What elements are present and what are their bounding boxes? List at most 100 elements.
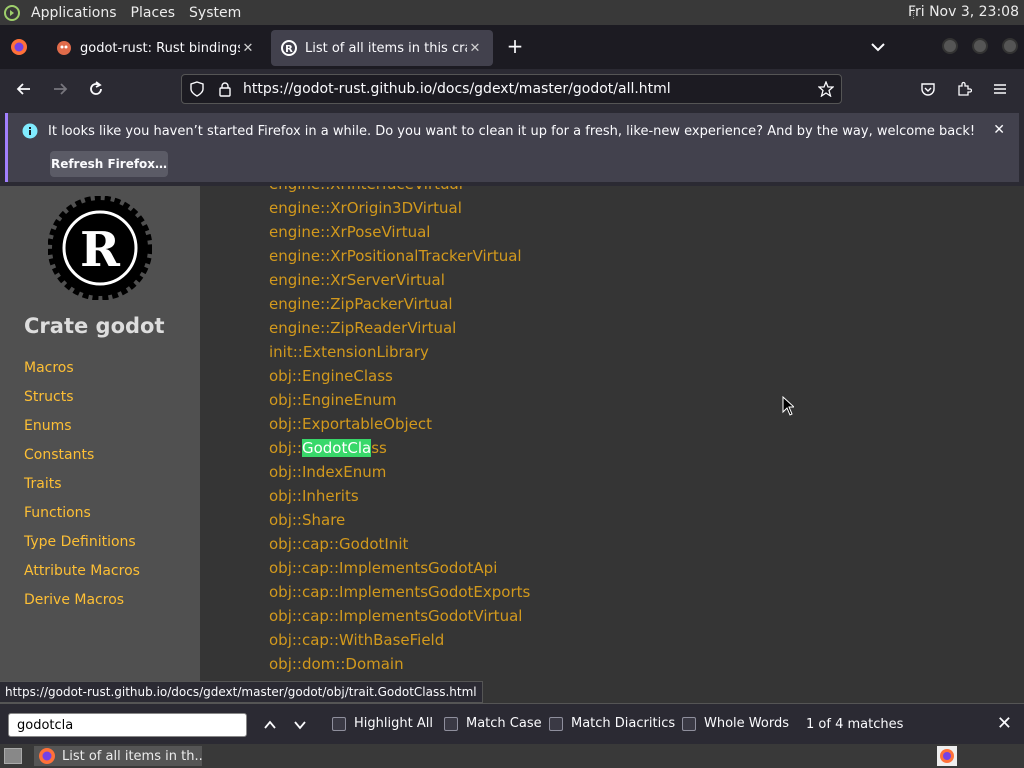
system-menu[interactable]: System xyxy=(182,5,248,21)
close-notification-icon[interactable]: ✕ xyxy=(993,122,1005,138)
checkbox-box[interactable] xyxy=(444,716,458,731)
checkbox-box[interactable] xyxy=(682,716,696,731)
list-item[interactable]: obj::EngineEnum xyxy=(269,388,530,412)
sidebar-item-functions[interactable]: Functions xyxy=(24,505,140,534)
sidebar-item-constants[interactable]: Constants xyxy=(24,447,140,476)
navigation-toolbar: https://godot-rust.github.io/docs/gdext/… xyxy=(0,69,1024,109)
new-tab-button[interactable]: + xyxy=(504,35,526,57)
tab-godot-rust[interactable]: godot-rust: Rust bindings fo ✕ xyxy=(46,30,266,66)
rust-logo-icon[interactable]: R xyxy=(47,195,153,301)
refresh-firefox-button[interactable]: Refresh Firefox… xyxy=(50,151,168,177)
app-menu-icon[interactable] xyxy=(988,77,1012,101)
sidebar-item-type-definitions[interactable]: Type Definitions xyxy=(24,534,140,563)
list-item[interactable]: engine::ZipReaderVirtual xyxy=(269,316,530,340)
applications-menu[interactable]: Applications xyxy=(24,5,124,21)
tab-title: List of all items in this crate xyxy=(305,40,467,56)
bottom-taskbar: List of all items in th... xyxy=(0,744,1024,768)
list-item-highlighted[interactable]: obj::GodotClass xyxy=(269,436,530,460)
sidebar-item-macros[interactable]: Macros xyxy=(24,360,140,389)
find-bar: Highlight All Match Case Match Diacritic… xyxy=(0,703,1024,744)
sidebar-item-derive-macros[interactable]: Derive Macros xyxy=(24,592,140,621)
close-tab-icon[interactable]: ✕ xyxy=(467,41,483,56)
places-menu[interactable]: Places xyxy=(124,5,183,21)
match-case-checkbox[interactable]: Match Case xyxy=(444,716,542,731)
firefox-view-icon[interactable] xyxy=(10,38,28,56)
list-item[interactable]: obj::Share xyxy=(269,508,530,532)
status-link-preview: https://godot-rust.github.io/docs/gdext/… xyxy=(0,681,483,703)
lock-icon[interactable] xyxy=(212,81,238,97)
pocket-icon[interactable] xyxy=(916,77,940,101)
show-desktop-icon[interactable] xyxy=(4,748,22,764)
list-item[interactable]: engine::ZipPackerVirtual xyxy=(269,292,530,316)
list-item[interactable]: obj::ExportableObject xyxy=(269,412,530,436)
highlight-all-checkbox[interactable]: Highlight All xyxy=(332,716,433,731)
close-find-bar-icon[interactable]: ✕ xyxy=(997,713,1012,734)
list-item[interactable]: obj::cap::ImplementsGodotApi xyxy=(269,556,530,580)
extensions-icon[interactable] xyxy=(952,77,976,101)
crab-favicon-icon xyxy=(56,40,72,56)
mouse-cursor-icon xyxy=(782,395,796,416)
match-diacritics-checkbox[interactable]: Match Diacritics xyxy=(549,716,675,731)
list-item[interactable]: engine::XrServerVirtual xyxy=(269,268,530,292)
firefox-icon xyxy=(38,747,56,765)
tab-title: godot-rust: Rust bindings fo xyxy=(80,40,240,56)
find-previous-button[interactable] xyxy=(260,714,280,736)
tab-strip: godot-rust: Rust bindings fo ✕ R List of… xyxy=(0,25,1024,69)
crate-title[interactable]: Crate godot xyxy=(24,314,165,338)
checkbox-box[interactable] xyxy=(332,716,346,731)
refresh-firefox-notification: It looks like you haven’t started Firefo… xyxy=(5,113,1019,182)
whole-words-checkbox[interactable]: Whole Words xyxy=(682,716,789,731)
item-suffix: ss xyxy=(371,439,387,457)
item-prefix: obj:: xyxy=(269,439,302,457)
find-input[interactable] xyxy=(8,713,247,737)
sidebar-item-enums[interactable]: Enums xyxy=(24,418,140,447)
match-case-label: Match Case xyxy=(466,716,542,731)
window-close-button[interactable] xyxy=(1002,38,1018,54)
clock[interactable]: Fri Nov 3, 23:08 xyxy=(908,4,1019,20)
highlight-all-label: Highlight All xyxy=(354,716,433,731)
list-item[interactable]: obj::cap::ImplementsGodotExports xyxy=(269,580,530,604)
list-all-tabs-button[interactable] xyxy=(868,37,888,57)
address-bar[interactable]: https://godot-rust.github.io/docs/gdext/… xyxy=(181,74,842,104)
taskbar-window-firefox[interactable]: List of all items in th... xyxy=(34,746,202,766)
window-maximize-button[interactable] xyxy=(972,38,988,54)
shield-icon[interactable] xyxy=(182,81,212,97)
list-item[interactable]: engine::XrPositionalTrackerVirtual xyxy=(269,244,530,268)
sidebar-section-list: Macros Structs Enums Constants Traits Fu… xyxy=(24,360,140,621)
sidebar-item-traits[interactable]: Traits xyxy=(24,476,140,505)
list-item[interactable]: obj::cap::ImplementsGodotVirtual xyxy=(269,604,530,628)
distro-logo-icon[interactable] xyxy=(0,0,24,25)
tray-firefox-icon[interactable] xyxy=(937,746,957,766)
tab-all-items[interactable]: R List of all items in this crate ✕ xyxy=(271,30,493,66)
sidebar-item-structs[interactable]: Structs xyxy=(24,389,140,418)
back-button[interactable] xyxy=(12,77,36,101)
svg-text:R: R xyxy=(285,44,293,55)
url-text[interactable]: https://godot-rust.github.io/docs/gdext/… xyxy=(243,81,811,97)
notification-message: It looks like you haven’t started Firefo… xyxy=(48,124,976,139)
taskbar-window-title: List of all items in th... xyxy=(62,748,202,764)
list-item[interactable]: engine::XrPoseVirtual xyxy=(269,220,530,244)
page-content: R Crate godot Macros Structs Enums Const… xyxy=(0,186,1024,703)
window-minimize-button[interactable] xyxy=(942,38,958,54)
svg-text:R: R xyxy=(80,222,121,278)
close-tab-icon[interactable]: ✕ xyxy=(240,41,256,56)
find-match-highlight: GodotCla xyxy=(301,439,372,457)
list-item[interactable]: engine::XrInterfaceVirtual xyxy=(269,186,530,196)
checkbox-box[interactable] xyxy=(549,716,563,731)
bookmark-star-icon[interactable] xyxy=(811,81,841,97)
list-item[interactable]: engine::XrOrigin3DVirtual xyxy=(269,196,530,220)
match-diacritics-label: Match Diacritics xyxy=(571,716,676,731)
forward-button[interactable] xyxy=(48,77,72,101)
list-item[interactable]: obj::cap::GodotInit xyxy=(269,532,530,556)
info-icon xyxy=(22,123,38,139)
list-item[interactable]: obj::dom::Domain xyxy=(269,652,530,676)
reload-button[interactable] xyxy=(84,77,108,101)
system-top-panel: Applications Places System Fri Nov 3, 23… xyxy=(0,0,1024,25)
list-item[interactable]: obj::cap::WithBaseField xyxy=(269,628,530,652)
list-item[interactable]: obj::EngineClass xyxy=(269,364,530,388)
list-item[interactable]: obj::IndexEnum xyxy=(269,460,530,484)
find-next-button[interactable] xyxy=(290,714,310,736)
list-item[interactable]: init::ExtensionLibrary xyxy=(269,340,530,364)
list-item[interactable]: obj::Inherits xyxy=(269,484,530,508)
sidebar-item-attribute-macros[interactable]: Attribute Macros xyxy=(24,563,140,592)
